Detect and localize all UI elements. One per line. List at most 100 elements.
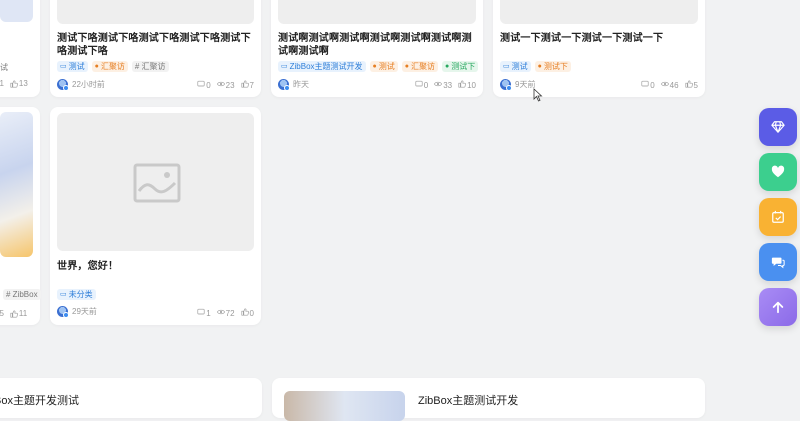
post-tags: ▭ 测试 ● 测试下	[500, 61, 571, 72]
folder-icon: ▭	[60, 63, 67, 70]
partial-card-bottom-left[interactable]: # ZibBox 75 11	[0, 107, 41, 325]
like-icon: 11	[10, 309, 27, 318]
tag-partial-zibbox: # ZibBox	[3, 289, 41, 300]
section-thumbnail	[284, 391, 405, 421]
post-tags: ▭ 测试 ● 汇聚访 # 汇聚访	[57, 61, 169, 72]
view-count: 46	[669, 80, 679, 90]
post-time: 29天前	[72, 307, 97, 316]
like-icon[interactable]	[241, 308, 249, 318]
card-thumbnail	[57, 0, 254, 24]
post-tags: ▭ 未分类	[57, 289, 96, 300]
comment-icon	[641, 80, 649, 90]
bag-icon: ●	[94, 63, 99, 70]
post-stats: 0 33 10	[415, 80, 476, 90]
post-time: 昨天	[293, 80, 309, 89]
like-icon[interactable]	[241, 80, 249, 90]
vip-fab-button[interactable]	[759, 108, 797, 146]
like-count: 10	[467, 80, 476, 90]
eye-icon	[434, 80, 443, 90]
image-placeholder-icon	[133, 163, 181, 203]
arrow-up-icon	[772, 301, 784, 314]
bag-icon: ●	[537, 63, 542, 70]
stats-partial: 31 13	[0, 79, 28, 88]
partial-card-top-left[interactable]: 试 31 13	[0, 0, 40, 97]
post-meta: 昨天	[278, 79, 309, 91]
post-title[interactable]: 测试下咯测试下咯测试下咯测试下咯测试下咯测试下咯	[57, 32, 257, 58]
post-meta: 9天前	[500, 79, 535, 91]
heart-icon	[771, 165, 785, 178]
stats-partial-bottom: 75 11	[0, 309, 28, 318]
view-count: 72	[225, 308, 235, 318]
card-thumbnail	[278, 0, 476, 24]
post-title[interactable]: 测试啊测试啊测试啊测试啊测试啊测试啊测试啊测试啊	[278, 32, 478, 58]
card-thumbnail-photo	[0, 112, 33, 257]
like-icon[interactable]	[685, 80, 693, 90]
bag-icon: ●	[372, 63, 377, 70]
comment-count: 1	[206, 308, 211, 318]
tag-topic[interactable]: ● 汇聚访	[91, 61, 128, 72]
avatar[interactable]	[57, 79, 69, 91]
post-card-3[interactable]: 测试一下测试一下测试一下测试一下 ▭ 测试 ● 测试下 9天前 0 46 5	[493, 0, 705, 97]
tag-topic[interactable]: ● 测试下	[442, 61, 479, 72]
post-meta: 22小时前	[57, 79, 105, 91]
mouse-cursor-icon	[533, 88, 543, 107]
favorite-fab-button[interactable]	[759, 153, 797, 191]
card-thumbnail-placeholder	[57, 113, 254, 251]
like-count: 0	[249, 308, 254, 318]
calendar-icon	[772, 210, 784, 223]
comment-icon	[197, 80, 205, 90]
folder-icon: ▭	[60, 291, 67, 298]
comment-icon	[197, 308, 205, 318]
tag-category[interactable]: ▭ ZibBox主题测试开发	[278, 61, 366, 72]
eye-icon	[660, 80, 669, 90]
section-title[interactable]: Box主题开发测试	[0, 392, 79, 408]
checkin-fab-button[interactable]	[759, 198, 797, 236]
check-icon: ●	[445, 63, 450, 70]
avatar[interactable]	[278, 79, 290, 91]
tag-partial: 试	[0, 63, 8, 72]
tag-category[interactable]: ▭ 未分类	[57, 289, 96, 300]
tag-category[interactable]: ▭ 测试	[57, 61, 88, 72]
like-icon[interactable]	[458, 80, 466, 90]
post-card-1[interactable]: 测试下咯测试下咯测试下咯测试下咯测试下咯测试下咯 ▭ 测试 ● 汇聚访 # 汇聚访 …	[50, 0, 261, 97]
post-tags: ▭ ZibBox主题测试开发 ● 测试 ● 汇聚访 ● 测试下	[278, 61, 479, 72]
view-count: 23	[225, 80, 235, 90]
comment-count: 0	[206, 80, 211, 90]
avatar[interactable]	[500, 79, 512, 91]
comment-icon	[415, 80, 423, 90]
section-title[interactable]: ZibBox主题测试开发	[418, 392, 518, 408]
section-card-right[interactable]: ZibBox主题测试开发	[272, 378, 705, 421]
like-count: 7	[249, 80, 254, 90]
chat-fab-button[interactable]	[759, 243, 797, 281]
section-card-left[interactable]: Box主题开发测试	[0, 378, 262, 418]
post-meta: 29天前	[57, 306, 97, 318]
back-to-top-fab-button[interactable]	[759, 288, 797, 326]
tag-topic[interactable]: ● 测试	[369, 61, 398, 72]
eye-icon	[216, 80, 225, 90]
folder-icon: ▭	[281, 63, 288, 70]
post-stats: 0 46 5	[641, 80, 698, 90]
post-title[interactable]: 世界，您好！	[57, 260, 257, 273]
comment-count: 0	[423, 80, 429, 90]
tag-category[interactable]: ▭ 测试	[500, 61, 531, 72]
view-count: 33	[443, 80, 453, 90]
eye-icon	[216, 308, 225, 318]
post-stats: 0 23 7	[197, 80, 254, 90]
like-count: 5	[693, 80, 698, 90]
chat-icon	[771, 257, 785, 269]
like-icon: 13	[10, 79, 28, 88]
tag-topic[interactable]: ● 测试下	[534, 61, 571, 72]
card-thumbnail	[500, 0, 698, 24]
card-thumbnail	[0, 0, 33, 22]
post-title[interactable]: 测试一下测试一下测试一下测试一下	[500, 32, 700, 45]
folder-icon: ▭	[503, 63, 510, 70]
avatar[interactable]	[57, 306, 69, 318]
diamond-icon	[771, 121, 785, 133]
post-time: 22小时前	[72, 80, 105, 89]
tag-keyword[interactable]: # 汇聚访	[131, 61, 169, 72]
post-stats: 1 72 0	[197, 308, 254, 318]
tag-topic[interactable]: ● 汇聚访	[401, 61, 438, 72]
bag-icon: ●	[404, 63, 409, 70]
post-card-4[interactable]: 世界，您好！ ▭ 未分类 29天前 1 72 0	[50, 107, 261, 325]
post-card-2[interactable]: 测试啊测试啊测试啊测试啊测试啊测试啊测试啊测试啊 ▭ ZibBox主题测试开发 ●…	[271, 0, 483, 97]
